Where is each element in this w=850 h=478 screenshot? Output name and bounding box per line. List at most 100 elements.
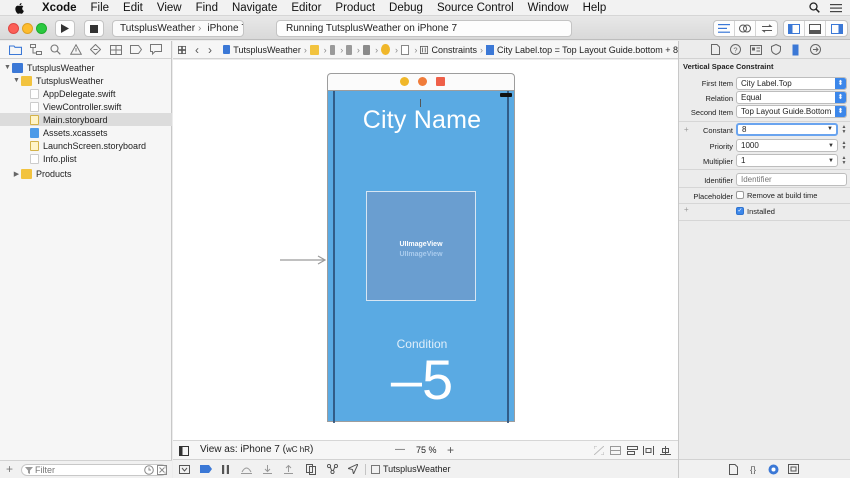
project-navigator-tab[interactable] (9, 44, 22, 56)
pin-constraints-icon[interactable] (643, 446, 654, 455)
jumpbar-current-constraint[interactable]: City Label.top = Top Layout Guide.bottom… (497, 45, 678, 55)
breadcrumb-file-icon[interactable] (346, 44, 352, 55)
menu-app-name[interactable]: Xcode (42, 2, 77, 14)
embed-in-stack-icon[interactable] (610, 446, 621, 455)
issue-navigator-tab[interactable] (69, 44, 82, 56)
zoom-out-button[interactable]: — (395, 444, 405, 455)
window-close-button[interactable] (8, 23, 19, 34)
step-out-icon[interactable] (284, 465, 293, 474)
stepper-down-icon[interactable]: ▼ (842, 160, 847, 166)
window-minimize-button[interactable] (22, 23, 33, 34)
breadcrumb-scene-icon[interactable] (362, 44, 371, 55)
standard-editor-button[interactable] (714, 21, 735, 36)
exit-dock-icon[interactable] (436, 77, 445, 86)
toggle-utilities-button[interactable] (826, 21, 847, 36)
menu-window[interactable]: Window (528, 2, 569, 14)
storyboard-canvas[interactable]: City Name UIImageView UIImageView Condit… (173, 60, 678, 440)
tree-row-file[interactable]: LaunchScreen.storyboard (0, 139, 172, 152)
multiplier-stepper[interactable]: ▲ ▼ (840, 154, 848, 167)
step-into-icon[interactable] (263, 465, 272, 474)
debug-target-name[interactable]: TutsplusWeather (383, 464, 451, 474)
report-navigator-tab[interactable] (149, 44, 162, 56)
document-outline-toggle-icon[interactable] (179, 446, 189, 456)
remove-at-build-time-checkbox[interactable] (736, 191, 744, 199)
pause-icon[interactable] (221, 465, 230, 474)
file-template-library-icon[interactable] (729, 463, 738, 475)
stop-button[interactable] (84, 20, 104, 37)
tree-row-group[interactable]: ▶ Products (0, 167, 172, 180)
view-debugger-icon[interactable] (306, 464, 316, 475)
view-as-device[interactable]: View as: iPhone 7 (wC hR) (200, 444, 313, 455)
tree-row-file-selected[interactable]: Main.storyboard (0, 113, 172, 126)
constant-stepper[interactable]: ▲ ▼ (840, 123, 848, 136)
first-item-popup[interactable]: City Label.Top ⬍ (736, 77, 847, 90)
version-editor-button[interactable] (756, 21, 777, 36)
update-frames-icon[interactable] (594, 446, 604, 455)
identifier-input[interactable] (736, 173, 847, 186)
memory-graph-icon[interactable] (327, 464, 338, 474)
menu-file[interactable]: File (91, 2, 110, 14)
scheme-selector[interactable]: TutsplusWeather › iPhone 7 (112, 20, 244, 37)
tree-row-file[interactable]: AppDelegate.swift (0, 87, 172, 100)
go-forward-icon[interactable]: › (208, 43, 212, 57)
assistant-editor-button[interactable] (735, 21, 756, 36)
first-responder-dock-icon[interactable] (418, 77, 427, 86)
weather-image-view[interactable]: UIImageView UIImageView (366, 191, 476, 301)
constant-field[interactable]: 8 ▼ (736, 123, 838, 136)
spotlight-search-icon[interactable] (809, 2, 820, 13)
menu-help[interactable]: Help (583, 2, 607, 14)
priority-field[interactable]: 1000 ▼ (736, 139, 838, 152)
run-button[interactable] (55, 20, 75, 37)
step-over-icon[interactable] (241, 465, 252, 474)
zoom-in-button[interactable]: + (447, 443, 454, 457)
menu-debug[interactable]: Debug (389, 2, 423, 14)
align-constraints-icon[interactable] (627, 446, 638, 455)
related-items-grid-icon[interactable] (178, 45, 187, 55)
toggle-debug-area-button[interactable] (805, 21, 826, 36)
menu-edit[interactable]: Edit (123, 2, 143, 14)
source-control-filter-icon[interactable] (157, 465, 167, 475)
debug-navigator-tab[interactable] (109, 44, 122, 56)
breakpoint-navigator-tab[interactable] (129, 44, 142, 56)
recent-files-clock-icon[interactable] (144, 465, 154, 475)
view-controller-icon[interactable] (381, 44, 390, 55)
connections-inspector-tab[interactable] (809, 44, 822, 56)
object-library-icon[interactable] (768, 464, 779, 475)
view-controller-root-view[interactable]: City Name UIImageView UIImageView Condit… (327, 90, 515, 423)
view-controller-dock-icon[interactable] (400, 77, 409, 86)
tree-row-file[interactable]: Assets.xcassets (0, 126, 172, 139)
multiplier-dropdown-icon[interactable]: ▼ (828, 156, 834, 166)
menu-source-control[interactable]: Source Control (437, 2, 514, 14)
disclosure-closed-icon[interactable]: ▶ (12, 169, 21, 178)
disclosure-open-icon[interactable]: ▼ (12, 76, 21, 85)
notification-center-icon[interactable] (830, 3, 842, 13)
view-icon[interactable] (400, 44, 410, 55)
breakpoints-toggle-icon[interactable] (200, 465, 212, 473)
tree-row-file[interactable]: ViewController.swift (0, 100, 172, 113)
scene-dock[interactable] (327, 73, 515, 90)
relation-popup[interactable]: Equal ⬍ (736, 91, 847, 104)
tree-row-project[interactable]: ▼ TutsplusWeather (0, 61, 172, 74)
resolve-issues-icon[interactable] (660, 446, 671, 455)
test-navigator-tab[interactable] (89, 44, 102, 56)
apple-logo-icon[interactable] (12, 2, 28, 14)
menu-editor[interactable]: Editor (291, 2, 321, 14)
go-back-icon[interactable]: ‹ (195, 43, 199, 57)
jumpbar-project[interactable]: TutsplusWeather (233, 45, 301, 55)
code-snippet-library-icon[interactable]: {} (747, 464, 759, 475)
add-installed-variation-icon[interactable]: + (684, 205, 689, 214)
menu-find[interactable]: Find (196, 2, 218, 14)
identity-inspector-tab[interactable] (749, 44, 762, 56)
quick-help-tab[interactable]: ? (729, 44, 742, 56)
priority-dropdown-icon[interactable]: ▼ (828, 141, 834, 151)
media-library-icon[interactable] (788, 464, 799, 474)
toggle-navigator-button[interactable] (784, 21, 805, 36)
priority-stepper[interactable]: ▲ ▼ (840, 139, 848, 152)
disclosure-open-icon[interactable]: ▼ (3, 63, 12, 72)
hide-debug-area-icon[interactable] (179, 465, 190, 474)
simulate-location-icon[interactable] (348, 464, 358, 474)
second-item-popup[interactable]: Top Layout Guide.Bottom ⬍ (736, 105, 847, 118)
source-control-navigator-tab[interactable] (29, 44, 42, 56)
menu-view[interactable]: View (157, 2, 182, 14)
constant-dropdown-icon[interactable]: ▼ (827, 125, 833, 134)
